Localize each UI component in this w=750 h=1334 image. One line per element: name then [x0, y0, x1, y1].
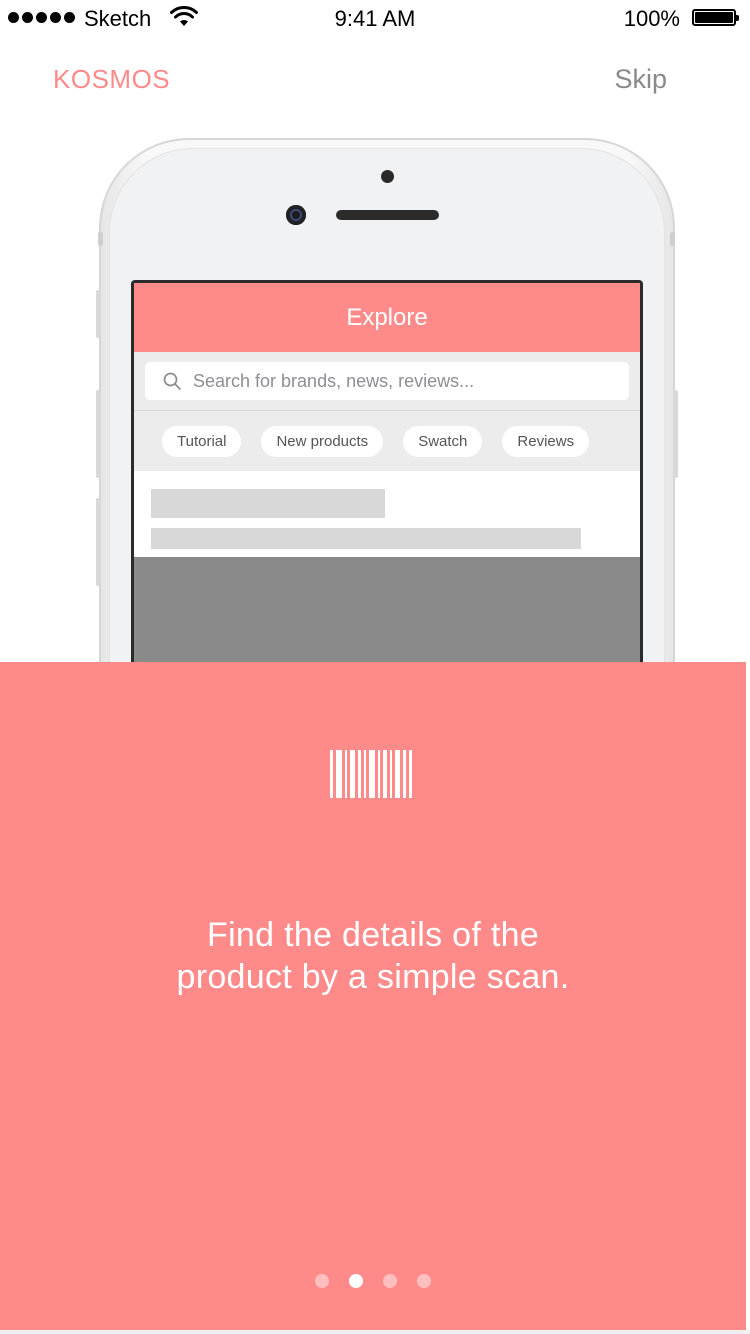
- mockup-title: Explore: [134, 283, 640, 352]
- placeholder-line: [151, 528, 581, 549]
- phone-power-button: [673, 390, 678, 478]
- phone-volume-down-button: [96, 498, 101, 586]
- onboarding-screen: Sketch 9:41 AM 100% KOSMOS Skip Explore …: [0, 0, 750, 1334]
- mockup-placeholder-card: [134, 471, 640, 557]
- phone-volume-up-button: [96, 390, 101, 478]
- mockup-tags-row: Tutorial New products Swatch Reviews: [134, 411, 640, 471]
- phone-speaker: [336, 210, 439, 220]
- brand-logo: KOSMOS: [53, 64, 171, 94]
- phone-camera-icon: [286, 205, 306, 225]
- page-dot[interactable]: [383, 1274, 397, 1288]
- search-icon: [163, 372, 181, 390]
- onboarding-panel: Find the details of the product by a sim…: [0, 662, 746, 1330]
- mockup-search-area: Search for brands, news, reviews...: [134, 352, 640, 411]
- barcode-icon: [330, 750, 412, 798]
- mockup-tag: Tutorial: [162, 425, 242, 457]
- page-dot[interactable]: [417, 1274, 431, 1288]
- phone-mute-switch: [96, 290, 101, 338]
- skip-button[interactable]: Skip: [614, 64, 667, 95]
- mockup-tag: Reviews: [502, 425, 590, 457]
- page-indicator: [0, 1274, 746, 1288]
- bottom-edge: [0, 1330, 750, 1334]
- battery-percent: 100%: [623, 6, 680, 31]
- placeholder-line: [151, 489, 385, 518]
- mockup-tag: New products: [261, 425, 384, 457]
- onboarding-message-line: Find the details of the: [207, 916, 539, 954]
- phone-proximity-sensor: [381, 170, 394, 183]
- status-bar: Sketch 9:41 AM 100%: [0, 0, 750, 40]
- onboarding-message: Find the details of the product by a sim…: [0, 914, 746, 998]
- battery-icon: [692, 9, 739, 26]
- onboarding-message-line: product by a simple scan.: [176, 958, 570, 996]
- mockup-search-placeholder: Search for brands, news, reviews...: [193, 370, 475, 391]
- mockup-tag: Swatch: [403, 425, 483, 457]
- page-dot-active[interactable]: [349, 1274, 363, 1288]
- phone-band: [670, 232, 675, 246]
- phone-band: [98, 232, 103, 246]
- page-dot[interactable]: [315, 1274, 329, 1288]
- mockup-search-input: Search for brands, news, reviews...: [145, 362, 629, 400]
- mockup-screen: Explore Search for brands, news, reviews…: [131, 280, 643, 700]
